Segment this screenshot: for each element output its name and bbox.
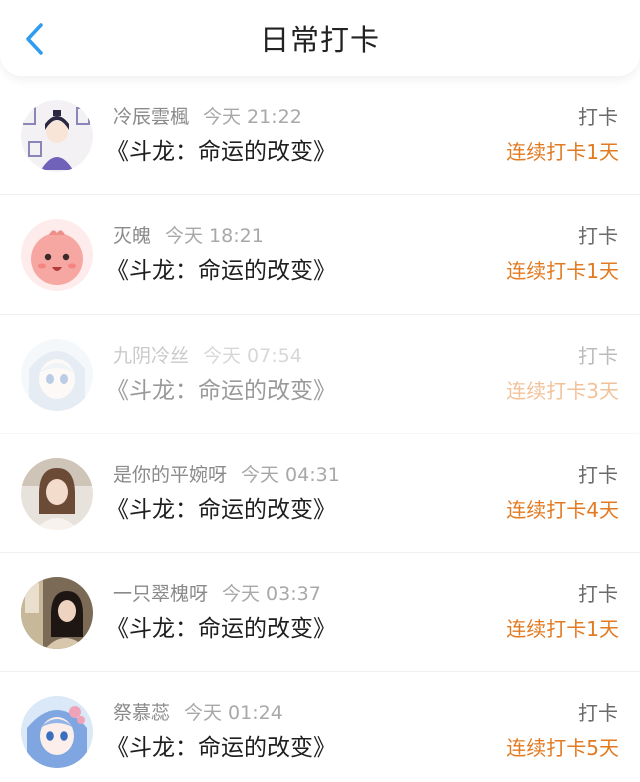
timestamp: 今天 03:37: [222, 583, 321, 606]
timestamp: 今天 04:31: [241, 463, 340, 486]
book-title[interactable]: 《斗龙：命运的改变》: [106, 136, 336, 168]
checkin-label: 打卡: [578, 462, 618, 487]
book-title[interactable]: 《斗龙：命运的改变》: [106, 375, 336, 407]
book-title[interactable]: 《斗龙：命运的改变》: [106, 494, 336, 526]
checkin-label: 打卡: [578, 224, 618, 249]
avatar[interactable]: [21, 696, 93, 769]
username[interactable]: 灭魄: [113, 225, 151, 247]
list-item[interactable]: 九阴冷丝 今天 07:54 《斗龙：命运的改变》 打卡 连续打卡3天: [0, 315, 640, 434]
checkin-label: 打卡: [578, 701, 618, 726]
list-item[interactable]: 祭慕蕊 今天 01:24 《斗龙：命运的改变》 打卡 连续打卡5天: [0, 672, 640, 782]
header-bar: 日常打卡: [0, 0, 640, 76]
timestamp: 今天 21:22: [203, 106, 302, 128]
streak-badge: 连续打卡5天: [506, 736, 619, 761]
username[interactable]: 九阴冷丝: [113, 345, 189, 367]
streak-badge: 连续打卡1天: [506, 140, 619, 164]
list-item[interactable]: 冷辰雲楓 今天 21:22 《斗龙：命运的改变》 打卡 连续打卡1天: [0, 76, 640, 196]
streak-badge: 连续打卡1天: [506, 617, 619, 642]
checkin-list: 冷辰雲楓 今天 21:22 《斗龙：命运的改变》 打卡 连续打卡1天 灭魄 今天…: [0, 76, 640, 782]
username[interactable]: 祭慕蕊: [113, 702, 170, 724]
timestamp: 今天 01:24: [184, 702, 283, 725]
avatar[interactable]: [21, 219, 93, 292]
checkin-page: 日常打卡 冷辰雲楓 今天 21:22 《斗龙：命运的改变》 打卡 连续打卡1天 …: [0, 0, 640, 782]
book-title[interactable]: 《斗龙：命运的改变》: [106, 613, 336, 645]
checkin-label: 打卡: [578, 582, 618, 607]
list-item[interactable]: 是你的平婉呀 今天 04:31 《斗龙：命运的改变》 打卡 连续打卡4天: [0, 434, 640, 554]
page-title: 日常打卡: [259, 23, 380, 57]
avatar[interactable]: [21, 338, 93, 411]
checkin-label: 打卡: [578, 343, 618, 368]
avatar[interactable]: [21, 577, 93, 650]
checkin-label: 打卡: [578, 105, 618, 129]
streak-badge: 连续打卡1天: [506, 259, 619, 284]
streak-badge: 连续打卡4天: [506, 497, 619, 522]
timestamp: 今天 07:54: [203, 344, 302, 367]
avatar[interactable]: [21, 100, 93, 172]
list-item[interactable]: 一只翠槐呀 今天 03:37 《斗龙：命运的改变》 打卡 连续打卡1天: [0, 553, 640, 673]
username[interactable]: 冷辰雲楓: [113, 106, 189, 128]
avatar[interactable]: [21, 457, 93, 530]
streak-badge: 连续打卡3天: [506, 378, 619, 403]
timestamp: 今天 18:21: [165, 225, 264, 248]
username[interactable]: 一只翠槐呀: [113, 583, 208, 605]
book-title[interactable]: 《斗龙：命运的改变》: [106, 732, 336, 764]
username[interactable]: 是你的平婉呀: [113, 464, 227, 486]
book-title[interactable]: 《斗龙：命运的改变》: [106, 255, 336, 287]
list-item[interactable]: 灭魄 今天 18:21 《斗龙：命运的改变》 打卡 连续打卡1天: [0, 195, 640, 315]
